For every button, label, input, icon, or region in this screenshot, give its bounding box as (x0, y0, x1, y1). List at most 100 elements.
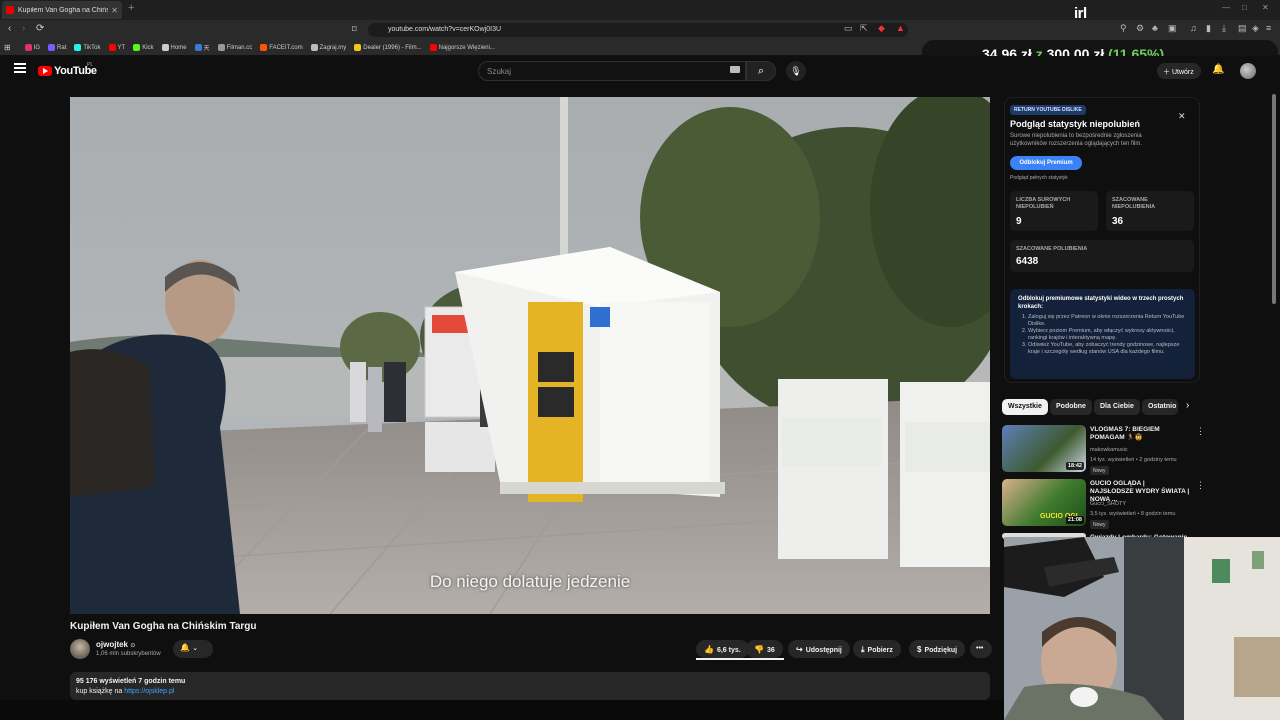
channel-name-row[interactable]: ojwojtek ⊙ (96, 640, 135, 649)
rewards-icon[interactable]: ▲ (896, 23, 905, 33)
keyboard-icon[interactable] (730, 66, 740, 73)
description-box[interactable] (70, 672, 990, 700)
dislike-button[interactable]: 👎 36 (746, 640, 783, 658)
download-icon[interactable]: ⤓ (1222, 23, 1226, 34)
premium-steps-list: Zaloguj się przez Patreon w oknie rozsze… (1018, 314, 1187, 356)
est-dislikes-label: SZACOWANE NIEPOLUBIENIA (1112, 197, 1156, 210)
like-button[interactable]: 👍 6,6 tys. (696, 640, 749, 658)
more-vert-icon[interactable]: ⋮ (1196, 480, 1205, 491)
bookmark-page-icon[interactable]: ⌑ (352, 24, 357, 35)
extension-icon[interactable]: ▣ (1168, 23, 1177, 34)
video-duration: 18:42 (1065, 462, 1084, 470)
vpn-icon[interactable]: ◈ (1252, 23, 1259, 34)
url-field[interactable]: youtube.com/watch?v=cerKOwj0I3U (368, 23, 908, 37)
raw-dislikes-value: 9 (1016, 216, 1022, 227)
youtube-logo-icon[interactable] (38, 66, 52, 76)
share-icon: ↪ (796, 645, 803, 654)
bookmark-item[interactable]: 天 (194, 43, 210, 52)
media-icon[interactable]: ♫ (1190, 23, 1197, 33)
recommendation-title[interactable]: VLOGMAS 7: BIEGIEM POMAGAM 🏃🤠 (1090, 426, 1190, 442)
full-stats-link[interactable]: Podgląd pełnych statystyk (1010, 175, 1068, 181)
notifications-bell-icon[interactable]: 🔔 (1212, 64, 1224, 75)
bookmark-label: TikTok (83, 44, 101, 51)
more-vert-icon[interactable]: ⋮ (1196, 426, 1205, 437)
download-button[interactable]: ⤓ Pobierz (853, 640, 901, 658)
close-tab-icon[interactable]: ✕ (111, 6, 118, 15)
bookmark-item[interactable]: YT (108, 44, 125, 51)
more-actions-button[interactable]: ••• (970, 640, 992, 658)
create-button[interactable]: ＋ Utwórz (1157, 63, 1201, 79)
voice-search-icon[interactable]: 🎙 (786, 61, 806, 81)
channel-name[interactable]: ojwojtek (96, 640, 128, 649)
download-icon: ⤓ (861, 645, 865, 654)
bookmark-item[interactable]: Dealer (1996) - Film... (354, 44, 422, 51)
bookmark-item[interactable]: TikTok (74, 44, 101, 51)
share-page-icon[interactable]: ⇱ (860, 23, 868, 34)
back-icon[interactable]: ‹ (8, 23, 11, 34)
raw-dislikes-card: LICZBA SUROWYCH NIEPOLUBIEŃ 9 (1010, 191, 1098, 231)
close-icon[interactable]: ✕ (1178, 111, 1186, 122)
account-avatar[interactable] (1240, 63, 1256, 79)
bookmark-item[interactable]: Filman.cc (217, 44, 252, 51)
search-input[interactable]: Szukaj (478, 61, 746, 81)
download-label: Pobierz (867, 647, 893, 654)
brave-shield-icon[interactable]: ◆ (878, 23, 885, 34)
hamburger-menu-icon[interactable] (14, 63, 26, 73)
bookmark-favicon-icon (194, 44, 202, 51)
maximize-icon[interactable]: □ (1242, 3, 1247, 12)
bookmark-item[interactable]: Najgorsze Więzieni... (429, 44, 495, 51)
recommendation-channel[interactable]: makowkamusic (1090, 447, 1128, 453)
share-button[interactable]: ↪ Udostępnij (788, 640, 850, 658)
bookmark-favicon-icon (354, 44, 362, 51)
bookmark-item[interactable]: Home (161, 44, 187, 51)
forward-icon[interactable]: › (22, 23, 25, 34)
bookmark-item[interactable]: Rat (48, 44, 66, 51)
menu-icon[interactable]: ≡ (1266, 23, 1271, 33)
channel-avatar[interactable] (70, 639, 90, 659)
bookmark-item[interactable]: Kick (133, 44, 154, 51)
video-player[interactable]: Do niego dolatuje jedzenie (70, 97, 990, 614)
chip-for-you[interactable]: Dla Ciebie (1094, 399, 1140, 415)
bookmark-item[interactable]: IG (24, 44, 40, 51)
est-likes-label: SZACOWANE POLUBIENIA (1016, 246, 1088, 252)
apps-icon[interactable]: ⊞ (4, 43, 11, 52)
recommendation-thumbnail[interactable]: GUCIO OGL 21:08 (1002, 479, 1086, 526)
new-tab-icon[interactable]: + (128, 2, 134, 14)
reload-icon[interactable]: ⟳ (36, 23, 44, 34)
description-line: kup książkę na (76, 688, 125, 695)
chevron-right-icon[interactable]: › (1186, 400, 1189, 411)
new-badge: Nowy (1090, 520, 1109, 529)
recommendation-thumbnail[interactable]: 18:42 (1002, 425, 1086, 472)
minimize-icon[interactable]: — (1222, 3, 1230, 12)
extension-icon[interactable]: ⚲ (1120, 23, 1127, 34)
recommendation-meta: 3,5 tys. wyświetleń • 8 godzin temu (1090, 511, 1176, 517)
chip-all[interactable]: Wszystkie (1002, 399, 1048, 415)
bookmark-item[interactable]: Zagraj.my (310, 44, 346, 51)
thumbs-up-icon: 👍 (704, 645, 714, 654)
est-dislikes-value: 36 (1112, 216, 1124, 227)
extension-icon[interactable]: ⚙ (1136, 23, 1144, 34)
tab-title: Kupiłem Van Gogha na Chińs (18, 6, 108, 14)
premium-step: Zaloguj się przez Patreon w oknie rozsze… (1028, 314, 1187, 328)
video-subtitle: Do niego dolatuje jedzenie (429, 572, 631, 591)
webcam-frame (1004, 537, 1280, 720)
sidebar-icon[interactable]: ▮ (1206, 23, 1211, 34)
bookmark-label: 天 (203, 46, 210, 52)
unlock-premium-button[interactable]: Odblokuj Premium (1010, 156, 1082, 170)
page-scrollbar[interactable] (1272, 94, 1276, 304)
bookmark-favicon-icon (48, 44, 56, 51)
wallet-icon[interactable]: ▤ (1238, 23, 1247, 34)
bookmark-item[interactable]: FACEIT.com (260, 44, 303, 51)
chip-recent[interactable]: Ostatnio (1142, 399, 1178, 415)
search-button[interactable]: ⌕ (746, 61, 776, 81)
thanks-button[interactable]: $ Podziękuj (909, 640, 966, 658)
description-link[interactable]: https://ojsklep.pl (124, 688, 174, 695)
browser-tab[interactable]: Kupiłem Van Gogha na Chińs ✕ (2, 1, 122, 19)
rytd-title: Podgląd statystyk niepolubień (1010, 119, 1141, 129)
cast-icon[interactable]: ▭ (844, 23, 853, 34)
chip-related[interactable]: Podobne (1050, 399, 1092, 415)
recommendation-channel[interactable]: Gucci_SHOTY (1090, 501, 1126, 507)
extension-icon[interactable]: ♣ (1152, 23, 1158, 33)
subscription-bell-button[interactable]: 🔔 ⌄ (173, 640, 213, 658)
close-window-icon[interactable]: ✕ (1262, 3, 1269, 12)
